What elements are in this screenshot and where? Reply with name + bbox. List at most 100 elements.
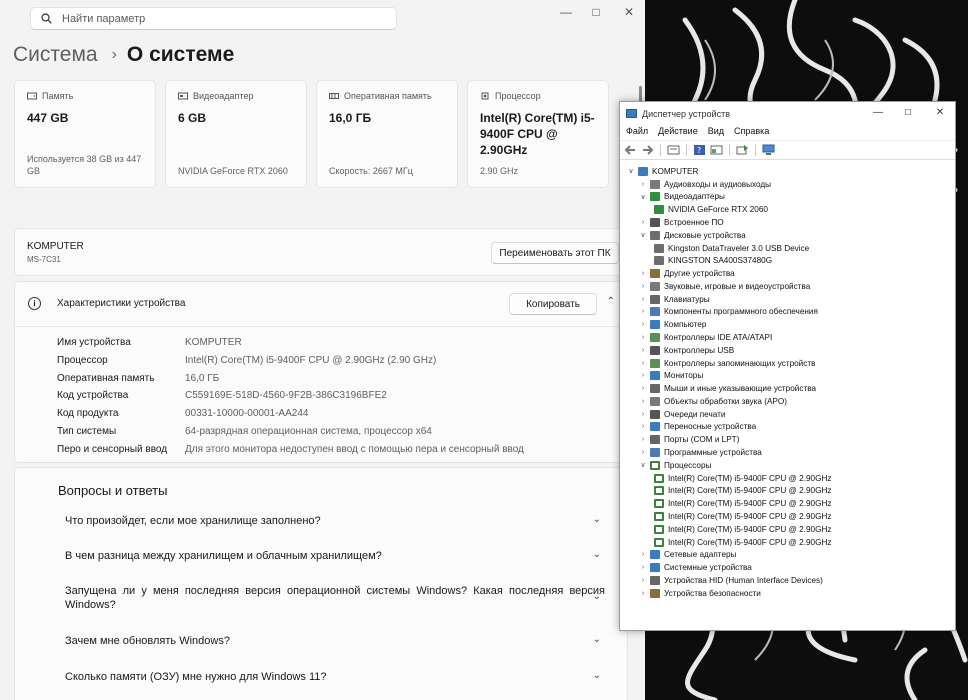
chevron-down-icon[interactable]: ⌄ <box>593 634 601 645</box>
chevron-right-icon[interactable]: › <box>638 449 648 456</box>
chevron-right-icon[interactable]: › <box>638 564 648 571</box>
chevron-down-icon[interactable]: ∨ <box>626 167 636 175</box>
chevron-down-icon[interactable]: ⌄ <box>593 514 601 525</box>
view-icon[interactable] <box>710 144 723 156</box>
scan-hardware-icon[interactable] <box>762 144 775 156</box>
device-tree-item[interactable]: ∨ Процессоры <box>638 459 711 472</box>
chevron-right-icon[interactable]: › <box>638 219 648 226</box>
breadcrumb-system-link[interactable]: Система <box>13 43 98 67</box>
device-tree-item[interactable]: › Контроллеры IDE ATA/ATAPI <box>638 331 772 344</box>
device-tree-item[interactable]: ∨ Видеоадаптеры <box>638 191 725 204</box>
device-tree-item[interactable]: KINGSTON SA400S37480G <box>652 254 772 267</box>
chevron-up-icon[interactable]: ⌃ <box>607 296 615 307</box>
menu-view[interactable]: Вид <box>708 126 724 140</box>
device-tree-item[interactable]: › Аудиовходы и аудиовыходы <box>638 178 771 191</box>
chevron-down-icon[interactable]: ⌄ <box>593 670 601 681</box>
device-tree-item[interactable]: Intel(R) Core(TM) i5-9400F CPU @ 2.90GHz <box>652 472 831 485</box>
search-box[interactable] <box>30 7 397 30</box>
faq-item[interactable]: Запущена ли у меня последняя версия опер… <box>65 584 605 612</box>
device-tree-item[interactable]: › Компьютер <box>638 318 706 331</box>
chevron-right-icon[interactable]: › <box>638 360 648 367</box>
update-driver-icon[interactable] <box>736 144 749 156</box>
chevron-right-icon[interactable]: › <box>638 411 648 418</box>
device-tree-item[interactable]: › Устройства HID (Human Interface Devices… <box>638 574 823 587</box>
device-tree-item[interactable]: › Другие устройства <box>638 267 735 280</box>
faq-item[interactable]: Что произойдет, если мое хранилище запол… <box>65 514 605 528</box>
device-tree-item[interactable]: › Системные устройства <box>638 561 752 574</box>
chevron-right-icon[interactable]: › <box>638 296 648 303</box>
chevron-right-icon[interactable]: › <box>638 590 648 597</box>
gpu-card[interactable]: Видеоадаптер 6 GB NVIDIA GeForce RTX 206… <box>165 80 307 188</box>
device-tree-item[interactable]: › Звуковые, игровые и видеоустройства <box>638 280 810 293</box>
device-tree-item[interactable]: › Мыши и иные указывающие устройства <box>638 382 816 395</box>
menu-action[interactable]: Действие <box>658 126 698 140</box>
help-icon[interactable]: ? <box>693 144 706 156</box>
maximize-button[interactable]: □ <box>581 5 611 19</box>
chevron-right-icon[interactable]: › <box>638 334 648 341</box>
device-tree-item[interactable]: NVIDIA GeForce RTX 2060 <box>652 203 768 216</box>
device-tree-item[interactable]: › Программные устройства <box>638 446 762 459</box>
device-tree-item[interactable]: › Очереди печати <box>638 408 725 421</box>
cpu-card[interactable]: Процессор Intel(R) Core(TM) i5-9400F CPU… <box>467 80 609 188</box>
device-tree-item[interactable]: › Объекты обработки звука (APO) <box>638 395 787 408</box>
chevron-right-icon[interactable]: › <box>638 398 648 405</box>
device-tree-item[interactable]: › Переносные устройства <box>638 421 756 434</box>
device-tree-item[interactable]: › Компоненты программного обеспечения <box>638 306 818 319</box>
chevron-right-icon[interactable]: › <box>638 181 648 188</box>
device-tree-item[interactable]: ∨ KOMPUTER <box>626 165 698 178</box>
minimize-button[interactable]: — <box>551 5 581 19</box>
device-tree-item[interactable]: › Мониторы <box>638 369 703 382</box>
spec-row: Оперативная память 16,0 ГБ <box>57 373 219 384</box>
device-tree-item[interactable]: › Контроллеры USB <box>638 344 734 357</box>
minimize-button[interactable]: — <box>868 107 888 118</box>
back-arrow-icon[interactable] <box>624 144 637 156</box>
properties-icon[interactable] <box>667 144 680 156</box>
chevron-down-icon[interactable]: ∨ <box>638 461 648 469</box>
chevron-right-icon[interactable]: › <box>638 308 648 315</box>
device-tree-item[interactable]: Intel(R) Core(TM) i5-9400F CPU @ 2.90GHz <box>652 510 831 523</box>
device-tree-item[interactable]: › Контроллеры запоминающих устройств <box>638 357 815 370</box>
chevron-down-icon[interactable]: ⌄ <box>593 549 601 560</box>
menu-file[interactable]: Файл <box>626 126 648 140</box>
close-button[interactable]: ✕ <box>614 5 644 19</box>
device-tree-item[interactable]: Intel(R) Core(TM) i5-9400F CPU @ 2.90GHz <box>652 497 831 510</box>
faq-item[interactable]: Зачем мне обновлять Windows? <box>65 634 605 648</box>
chevron-right-icon[interactable]: › <box>638 347 648 354</box>
storage-card[interactable]: Память 447 GB Используется 38 GB из 447 … <box>14 80 156 188</box>
chevron-right-icon[interactable]: › <box>638 385 648 392</box>
chevron-right-icon[interactable]: › <box>638 577 648 584</box>
chevron-down-icon[interactable]: ⌄ <box>593 591 601 602</box>
chevron-right-icon[interactable]: › <box>638 283 648 290</box>
device-tree-item[interactable]: ∨ Дисковые устройства <box>638 229 746 242</box>
device-tree-item[interactable]: Kingston DataTraveler 3.0 USB Device <box>652 242 809 255</box>
chevron-right-icon[interactable]: › <box>638 423 648 430</box>
chevron-right-icon[interactable]: › <box>638 372 648 379</box>
chevron-right-icon[interactable]: › <box>638 551 648 558</box>
chevron-down-icon[interactable]: ∨ <box>638 231 648 239</box>
menu-help[interactable]: Справка <box>734 126 769 140</box>
device-tree-item[interactable]: › Порты (COM и LPT) <box>638 433 739 446</box>
ram-card[interactable]: Оперативная память 16,0 ГБ Скорость: 266… <box>316 80 458 188</box>
forward-arrow-icon[interactable] <box>641 144 654 156</box>
device-tree-item[interactable]: Intel(R) Core(TM) i5-9400F CPU @ 2.90GHz <box>652 523 831 536</box>
device-manager-titlebar[interactable]: Диспетчер устройств — □ ✕ <box>620 102 955 126</box>
card-value: 16,0 ГБ <box>329 111 372 125</box>
device-tree-item[interactable]: Intel(R) Core(TM) i5-9400F CPU @ 2.90GHz <box>652 536 831 549</box>
chevron-down-icon[interactable]: ∨ <box>638 193 648 201</box>
device-tree-item[interactable]: › Устройства безопасности <box>638 587 761 600</box>
faq-item[interactable]: Сколько памяти (ОЗУ) мне нужно для Windo… <box>65 670 605 684</box>
faq-item[interactable]: В чем разница между хранилищем и облачны… <box>65 549 605 563</box>
copy-button[interactable]: Копировать <box>509 293 597 315</box>
chevron-right-icon[interactable]: › <box>638 270 648 277</box>
close-button[interactable]: ✕ <box>930 107 950 118</box>
device-tree-item[interactable]: › Клавиатуры <box>638 293 710 306</box>
device-tree-item[interactable]: › Сетевые адаптеры <box>638 548 736 561</box>
device-tree-item[interactable]: › Встроенное ПО <box>638 216 724 229</box>
rename-pc-button[interactable]: Переименовать этот ПК <box>491 242 619 264</box>
chevron-right-icon[interactable]: › <box>638 436 648 443</box>
search-input[interactable] <box>62 12 362 25</box>
device-specs-header[interactable]: i Характеристики устройства Копировать ⌃ <box>15 282 627 327</box>
device-tree-item[interactable]: Intel(R) Core(TM) i5-9400F CPU @ 2.90GHz <box>652 485 831 498</box>
chevron-right-icon[interactable]: › <box>638 321 648 328</box>
maximize-button[interactable]: □ <box>898 107 918 118</box>
